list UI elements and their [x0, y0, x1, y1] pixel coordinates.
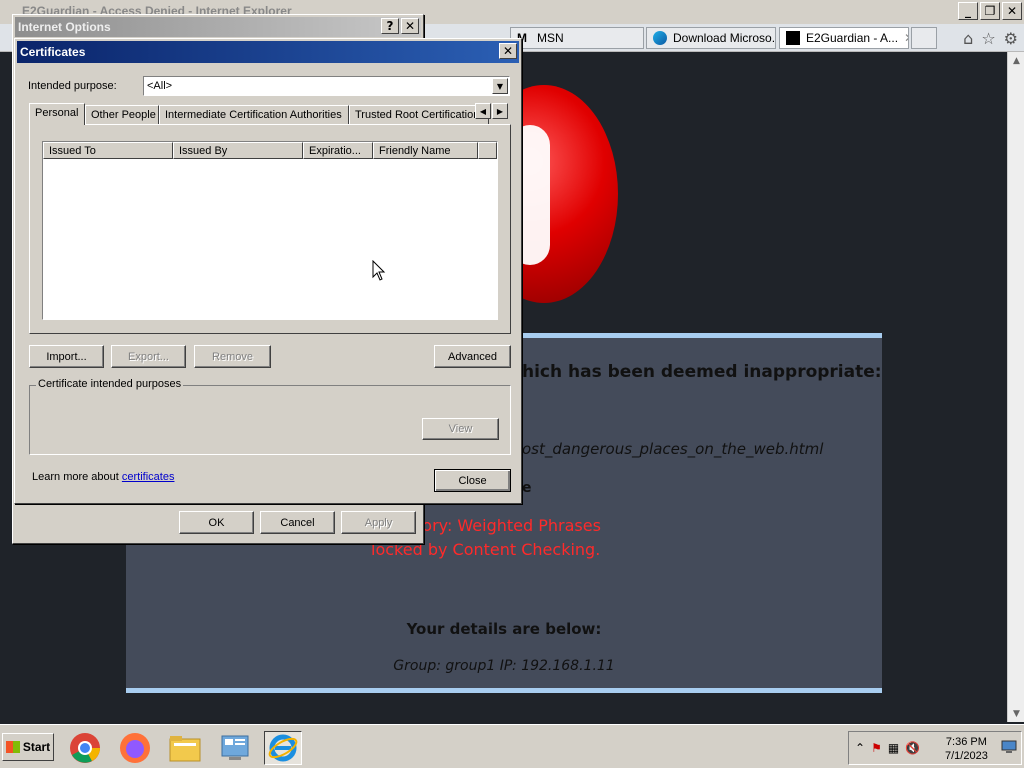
close-button[interactable]: ✕	[1002, 2, 1022, 20]
start-button[interactable]: Start	[2, 733, 54, 761]
clock-time: 7:36 PM	[945, 736, 987, 748]
details-title: Your details are below:	[406, 620, 602, 638]
column-friendly-name[interactable]: Friendly Name	[373, 142, 478, 159]
server-manager-taskbar-button[interactable]	[216, 731, 254, 765]
certificates-titlebar: Certificates ✕	[17, 41, 519, 63]
tab-label: Download Microso...	[673, 31, 776, 45]
tab-other-people[interactable]: Other People	[85, 105, 159, 125]
tab-label: MSN	[537, 31, 564, 45]
tab-personal[interactable]: Personal	[29, 103, 85, 125]
certificate-purposes-group: Certificate intended purposes View	[29, 378, 511, 455]
ok-button[interactable]: OK	[179, 511, 254, 534]
certificates-title: Certificates	[20, 45, 86, 59]
certificates-dialog: Certificates ✕ Intended purpose: <All> ▼…	[14, 38, 522, 504]
certificate-list[interactable]: Issued To Issued By Expiratio... Friendl…	[42, 141, 498, 320]
clock[interactable]: 7:36 PM 7/1/2023	[945, 735, 988, 763]
certificates-link[interactable]: certificates	[122, 471, 175, 483]
taskbar: Start ⌃ ⚑ ▦ 🔇 7:36 PM 7/1/2023	[0, 724, 1024, 768]
personal-tab-panel: Issued To Issued By Expiratio... Friendl…	[29, 124, 511, 334]
restore-button[interactable]: ❐	[980, 2, 1000, 20]
column-expiration[interactable]: Expiratio...	[303, 142, 373, 159]
close-button[interactable]: Close	[434, 469, 511, 492]
system-tray: ⌃ ⚑ ▦ 🔇 7:36 PM 7/1/2023	[848, 731, 1022, 765]
home-icon[interactable]: ⌂	[963, 29, 973, 48]
tab-label: E2Guardian - A...	[806, 31, 899, 45]
volume-muted-icon[interactable]: 🔇	[905, 741, 920, 755]
view-button[interactable]: View	[422, 418, 499, 440]
internet-options-titlebar: Internet Options ? ✕	[15, 17, 421, 37]
partial-text: e	[522, 480, 532, 496]
learn-more-text: Learn more about certificates	[32, 471, 174, 483]
chevron-up-icon[interactable]: ⌃	[855, 741, 865, 755]
network-icon[interactable]: ▦	[888, 741, 899, 755]
column-filler	[478, 142, 497, 159]
certificate-list-header: Issued To Issued By Expiratio... Friendl…	[43, 142, 497, 159]
column-issued-to[interactable]: Issued To	[43, 142, 173, 159]
blocked-url: ost_dangerous_places_on_the_web.html	[522, 440, 824, 458]
start-label: Start	[22, 740, 51, 754]
apply-button[interactable]: Apply	[341, 511, 416, 534]
intended-purpose-value: <All>	[147, 80, 173, 92]
certificate-tabs: Personal Other People Intermediate Certi…	[29, 103, 501, 125]
certificates-close-icon[interactable]: ✕	[499, 43, 517, 59]
edge-icon	[653, 31, 667, 45]
help-button[interactable]: ?	[381, 18, 399, 34]
scroll-down-icon[interactable]: ▼	[1008, 705, 1024, 722]
certificate-purposes-label: Certificate intended purposes	[36, 378, 184, 390]
denied-heading: hich has been deemed inappropriate:	[522, 362, 882, 382]
chevron-left-icon[interactable]: ◀	[475, 103, 491, 119]
learn-more-prefix: Learn more about	[32, 471, 122, 483]
internet-options-title: Internet Options	[18, 20, 111, 34]
ie-command-icons: ⌂ ☆ ⚙	[963, 29, 1018, 48]
internet-explorer-icon	[268, 734, 298, 762]
flag-alert-icon[interactable]: ⚑	[871, 741, 882, 755]
intended-purpose-label: Intended purpose:	[28, 80, 117, 92]
firefox-icon	[120, 733, 150, 763]
favorites-icon[interactable]: ☆	[981, 29, 995, 48]
tab-trusted-root[interactable]: Trusted Root Certification	[349, 105, 489, 125]
advanced-button[interactable]: Advanced	[434, 345, 511, 368]
internet-explorer-taskbar-button[interactable]	[264, 731, 302, 765]
file-explorer-taskbar-button[interactable]	[166, 731, 204, 765]
export-button[interactable]: Export...	[111, 345, 186, 368]
tray-icons: ⌃ ⚑ ▦ 🔇	[855, 741, 920, 755]
server-manager-icon	[221, 735, 249, 760]
scroll-up-icon[interactable]: ▲	[1008, 52, 1024, 69]
chrome-icon	[70, 733, 100, 763]
windows-flag-icon	[5, 741, 20, 753]
firefox-taskbar-button[interactable]	[116, 731, 154, 765]
page-scrollbar[interactable]: ▲ ▼	[1007, 52, 1024, 722]
intended-purpose-select[interactable]: <All> ▼	[143, 76, 510, 96]
chevron-right-icon[interactable]: ▶	[492, 103, 508, 119]
column-issued-by[interactable]: Issued By	[173, 142, 303, 159]
tab-download-microsoft[interactable]: Download Microso...	[646, 27, 776, 49]
block-category: tory: Weighted Phrases	[416, 516, 601, 535]
gear-icon[interactable]: ⚙	[1004, 29, 1018, 48]
tab-intermediate-ca[interactable]: Intermediate Certification Authorities	[159, 105, 349, 125]
chrome-taskbar-button[interactable]	[66, 731, 104, 765]
ie-window-controls: _ ❐ ✕	[958, 2, 1022, 20]
group-ip: Group: group1 IP: 192.168.1.11	[393, 658, 615, 674]
tab-e2guardian[interactable]: E2Guardian - A... ✕	[779, 27, 909, 49]
minimize-button[interactable]: _	[958, 2, 978, 20]
internet-options-buttons: OK Cancel Apply	[179, 511, 416, 534]
internet-options-close-button[interactable]: ✕	[401, 18, 419, 34]
tab-scroll-controls: ◀ ▶	[475, 103, 508, 119]
tab-close-icon[interactable]: ✕	[904, 31, 908, 45]
cancel-button[interactable]: Cancel	[260, 511, 335, 534]
new-tab-button[interactable]	[911, 27, 937, 49]
remove-button[interactable]: Remove	[194, 345, 271, 368]
clock-date: 7/1/2023	[945, 750, 988, 762]
desktop-icon[interactable]	[1001, 740, 1017, 757]
import-button[interactable]: Import...	[29, 345, 104, 368]
tab-msn[interactable]: M MSN	[510, 27, 644, 49]
e2guardian-icon	[786, 31, 800, 45]
chevron-down-icon[interactable]: ▼	[492, 78, 508, 94]
mouse-cursor-icon	[372, 260, 386, 281]
folder-icon	[169, 736, 201, 762]
